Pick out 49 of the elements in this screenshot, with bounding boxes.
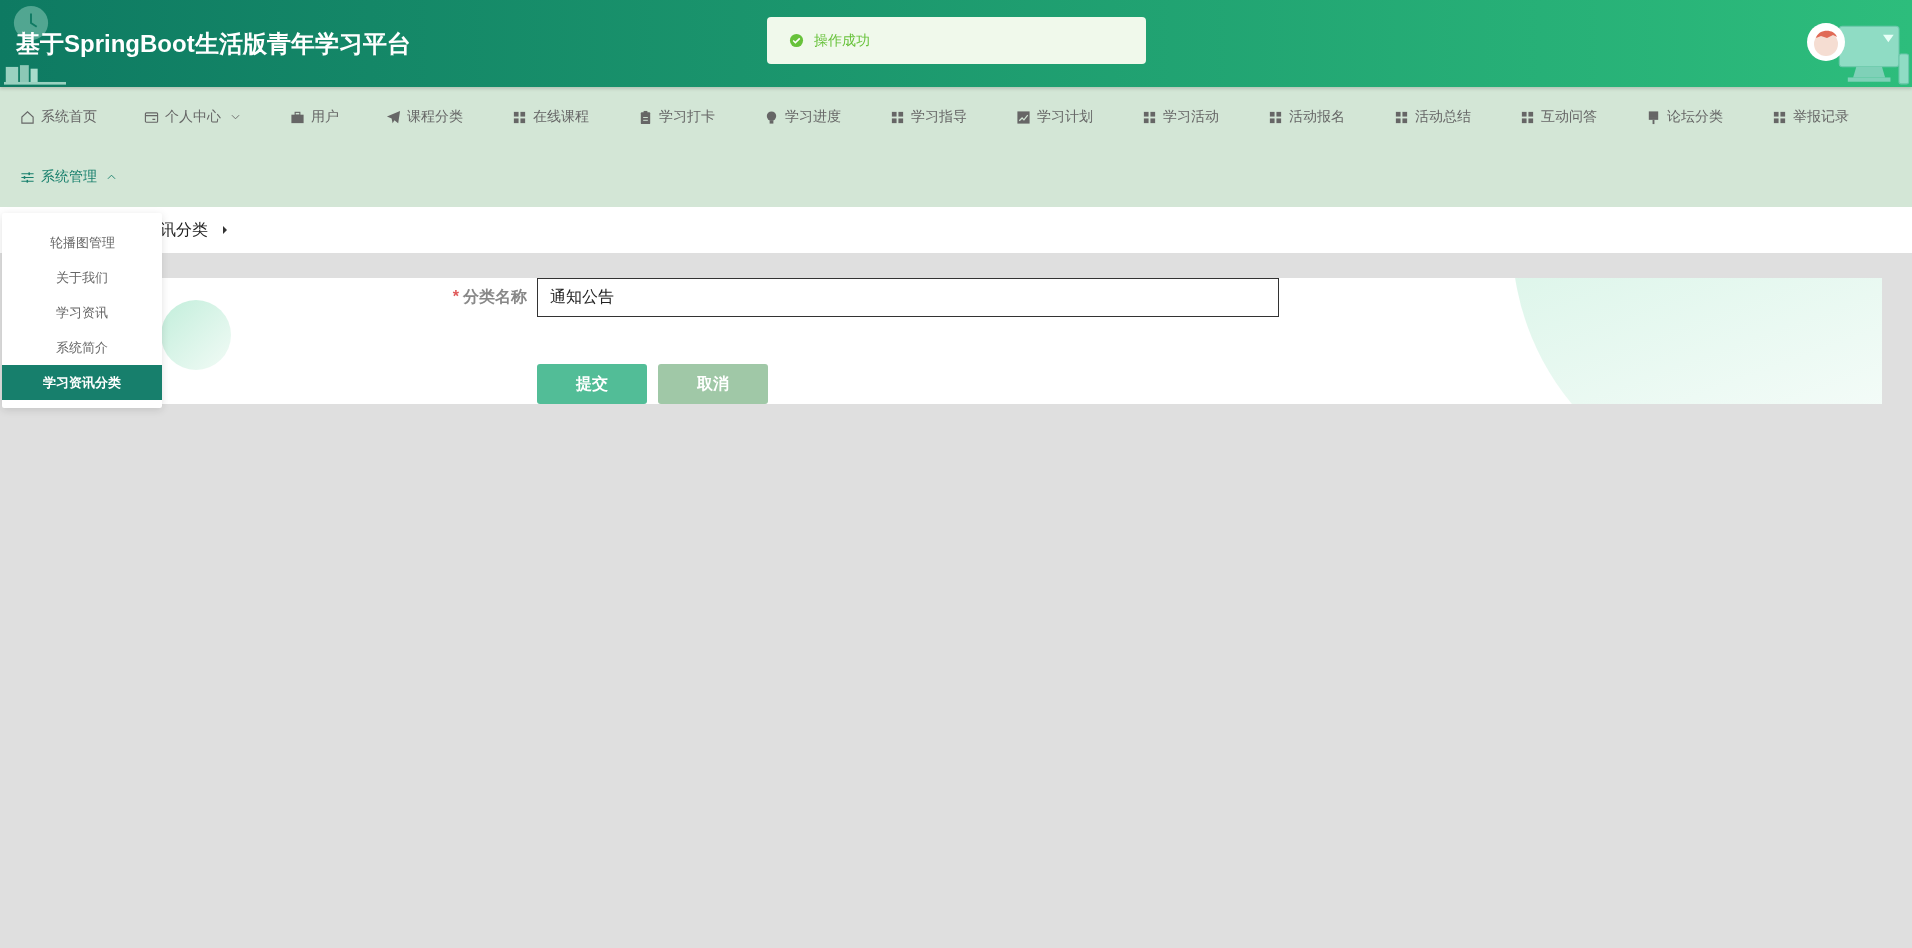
grid-icon <box>512 109 527 125</box>
nav-item[interactable]: 学习进度 <box>752 87 853 147</box>
nav-item[interactable]: 活动总结 <box>1382 87 1483 147</box>
clipboard-icon <box>638 109 653 125</box>
grid-icon <box>890 109 905 125</box>
briefcase-icon <box>290 109 305 125</box>
toast-message: 操作成功 <box>814 31 870 50</box>
menu-item[interactable]: 学习资讯 <box>2 295 162 330</box>
nav-item[interactable]: 个人中心 <box>132 87 252 147</box>
input-field[interactable]: 通知公告 <box>537 278 1279 317</box>
nav-item[interactable]: 学习指导 <box>878 87 979 147</box>
nav-item[interactable]: 系统管理 <box>8 147 128 207</box>
home-icon <box>20 109 35 125</box>
check-circle-icon <box>789 33 804 48</box>
chart-icon <box>1016 109 1031 125</box>
caret-icon <box>107 174 116 180</box>
required-mark: * <box>452 288 459 305</box>
brush-icon <box>1646 109 1661 125</box>
nav-item[interactable]: 论坛分类 <box>1634 87 1735 147</box>
nav-item[interactable]: 用户 <box>278 87 351 147</box>
books-icon <box>4 62 66 86</box>
breadcrumb-item[interactable]: 讯分类 <box>160 219 208 241</box>
nav-item[interactable]: 系统首页 <box>8 87 109 147</box>
grid-icon <box>1520 109 1535 125</box>
nav-item[interactable]: 在线课程 <box>500 87 601 147</box>
settings-icon <box>20 169 35 185</box>
grid-icon <box>1772 109 1787 125</box>
grid-icon <box>1394 109 1409 125</box>
nav-item[interactable]: 互动问答 <box>1508 87 1609 147</box>
menu-item[interactable]: 关于我们 <box>2 260 162 295</box>
nav-item[interactable]: 学习打卡 <box>626 87 727 147</box>
grid-icon <box>1268 109 1283 125</box>
bulb-icon <box>764 109 779 125</box>
nav-item[interactable]: 举报记录 <box>1760 87 1861 147</box>
nav-item[interactable]: 课程分类 <box>374 87 475 147</box>
nav-item[interactable]: 学习计划 <box>1004 87 1105 147</box>
paper-plane-icon <box>386 109 401 125</box>
field-label: * 分类名称 <box>451 287 527 307</box>
nav-item[interactable]: 活动报名 <box>1256 87 1357 147</box>
grid-icon <box>1142 109 1157 125</box>
menu-item[interactable]: 轮播图管理 <box>2 225 162 260</box>
app-title: 基于SpringBoot生活版青年学习平台 <box>16 28 411 59</box>
chevron-right-icon <box>222 225 228 235</box>
user-avatar[interactable] <box>1806 22 1846 62</box>
card-icon <box>144 109 159 125</box>
menu-item[interactable]: 系统简介 <box>2 330 162 365</box>
nav-item[interactable]: 学习活动 <box>1130 87 1231 147</box>
caret-icon <box>231 114 240 120</box>
menu-item[interactable]: 学习资讯分类 <box>2 365 162 400</box>
